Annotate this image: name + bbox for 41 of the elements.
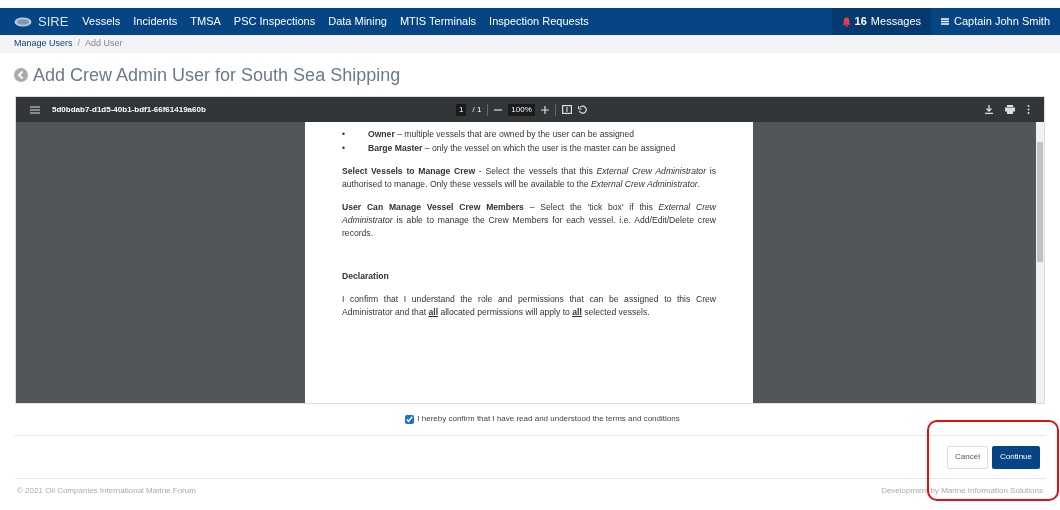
logo-icon	[14, 16, 32, 27]
confirm-checkbox[interactable]	[405, 414, 415, 424]
copyright-text: © 2021 Oil Companies International Marine Forum	[17, 485, 196, 497]
page-number-field[interactable]: 1	[456, 103, 467, 116]
bullet-mark: •	[342, 129, 345, 139]
bell-icon	[841, 16, 851, 27]
continue-button[interactable]: Continue	[991, 445, 1040, 469]
nav-link[interactable]: TMSA	[190, 13, 221, 30]
nav-link[interactable]: PSC Inspections	[233, 13, 316, 30]
menu-icon[interactable]	[30, 105, 40, 114]
nav-link[interactable]: MTIS Terminals	[399, 13, 477, 30]
bullet-text: Barge Master – only the vessel on which the user is the master can be assigned	[368, 142, 676, 155]
page-count: / 1	[472, 103, 482, 116]
nav-link[interactable]: Incidents	[133, 13, 178, 30]
bullet-text: Owner – multiple vessels that are owned by the user can be assigned	[368, 128, 635, 141]
nav-link[interactable]: Vessels	[82, 13, 121, 30]
bullet-mark: •	[342, 143, 345, 153]
print-icon[interactable]	[1005, 105, 1015, 114]
breadcrumb-separator: /	[77, 37, 81, 51]
scrollbar[interactable]	[1036, 122, 1044, 403]
zoom-field[interactable]: 100%	[508, 103, 535, 116]
cancel-button[interactable]: Cancel	[947, 445, 988, 469]
nav-link[interactable]: Inspection Requests	[489, 13, 589, 30]
more-options-icon[interactable]	[1027, 105, 1030, 114]
rotate-icon[interactable]	[577, 105, 587, 114]
menu-icon	[941, 18, 949, 25]
section-heading: Declaration	[342, 270, 390, 283]
messages-button[interactable]: 16 Messages	[831, 8, 931, 35]
fit-page-icon[interactable]	[561, 105, 572, 114]
paragraph: User Can Manage Vessel Crew Members – Select the 'tick box' if this External Crew Administrator is able to manage the Crew Members for each vessel. i.e. Add/Edit/Delete crew records.	[342, 201, 716, 240]
nav-link[interactable]: Data Mining	[328, 13, 387, 30]
file-name: 5d0bdab7-d1d5-40b1-bdf1-66f61419a60b	[52, 103, 206, 116]
page-title: Add Crew Admin User for South Sea Shipping	[33, 63, 401, 87]
download-icon[interactable]	[985, 105, 993, 114]
brand-name[interactable]: SIRE	[38, 11, 69, 32]
breadcrumb-current: Add User	[85, 37, 123, 51]
confirm-label: I hereby confirm that I have read and understood the terms and conditions	[417, 413, 680, 425]
breadcrumb-link[interactable]: Manage Users	[14, 37, 73, 51]
paragraph: Select Vessels to Manage Crew - Select the vessels that this External Crew Administrator is authorised to manage. Only these vessels will be available to the External Crew Administrator.	[342, 165, 716, 191]
zoom-in-icon[interactable]	[540, 105, 549, 114]
paragraph: I confirm that I understand the role and permissions that can be assigned to this Crew Administrator and that all allocated permissions will apply to all selected vessels.	[342, 293, 716, 319]
